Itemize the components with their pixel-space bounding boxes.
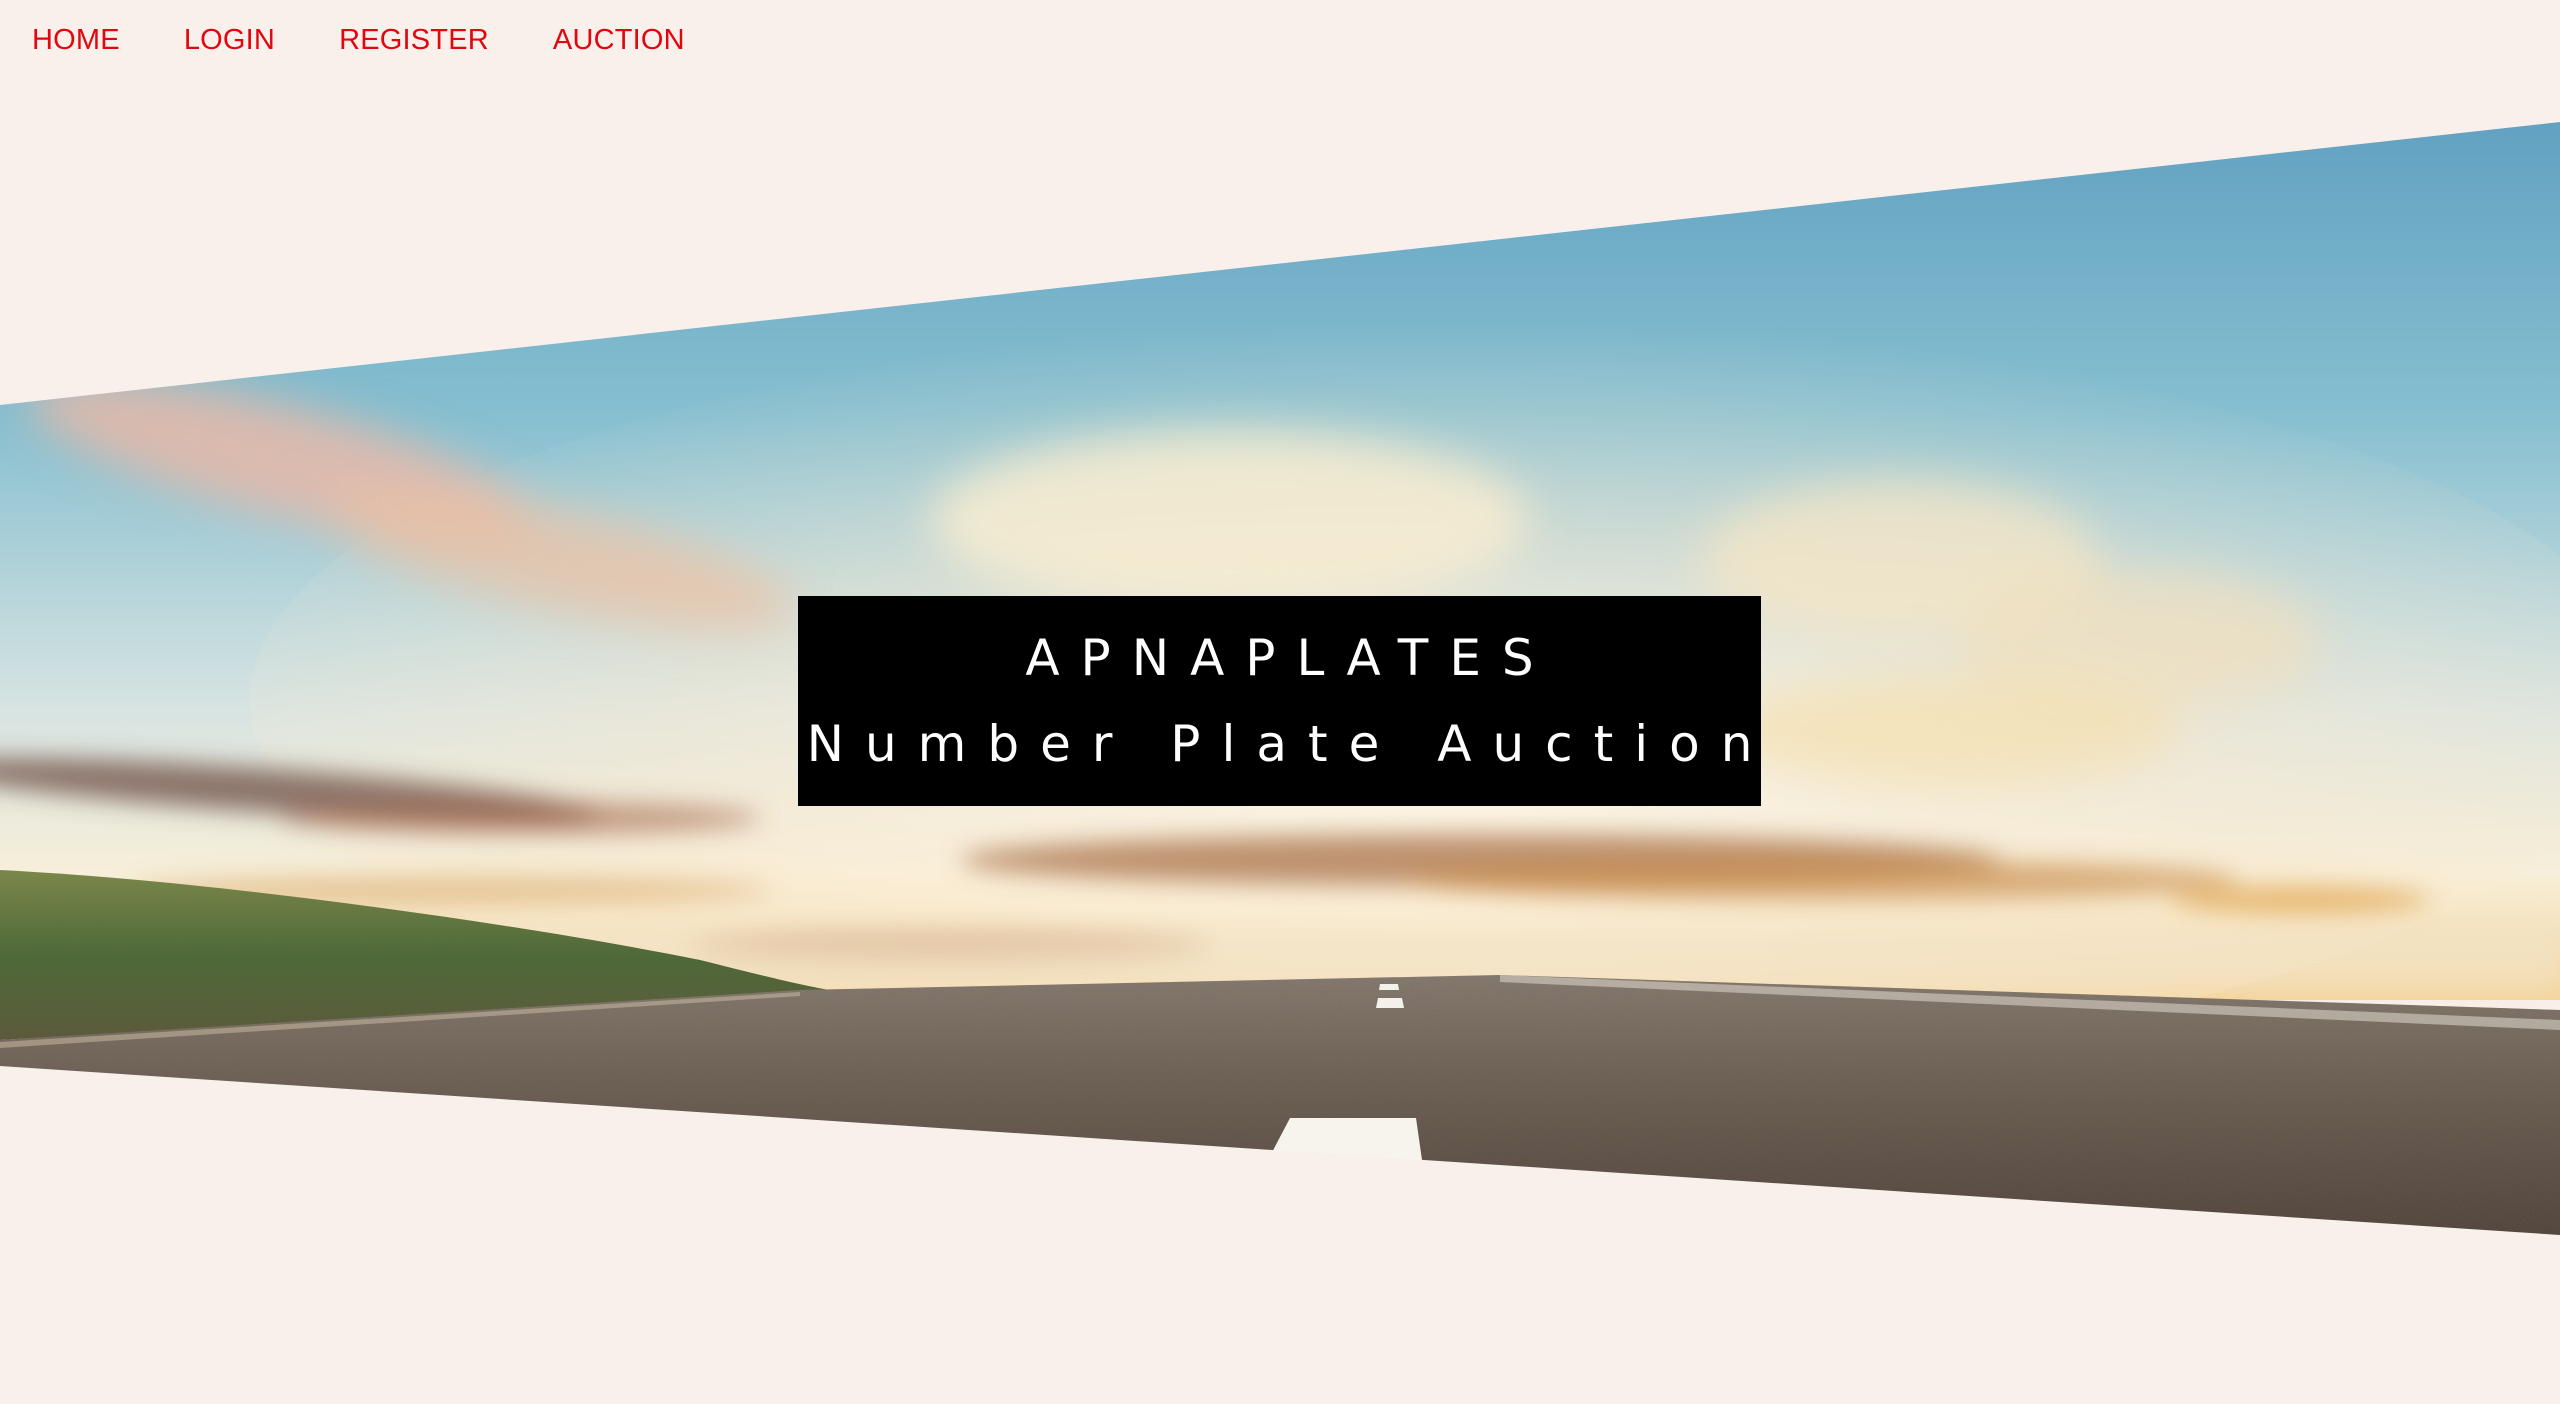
site-title-box: APNAPLATES Number Plate Auction bbox=[798, 596, 1761, 806]
site-subtitle: Number Plate Auction bbox=[806, 715, 1774, 773]
nav-register-link[interactable]: REGISTER bbox=[339, 18, 489, 62]
nav-home-link[interactable]: HOME bbox=[32, 18, 120, 62]
site-title: APNAPLATES bbox=[1025, 629, 1555, 687]
nav-auction-link[interactable]: AUCTION bbox=[553, 18, 685, 62]
nav-login-link[interactable]: LOGIN bbox=[184, 18, 275, 62]
main-nav: HOME LOGIN REGISTER AUCTION bbox=[32, 18, 685, 62]
